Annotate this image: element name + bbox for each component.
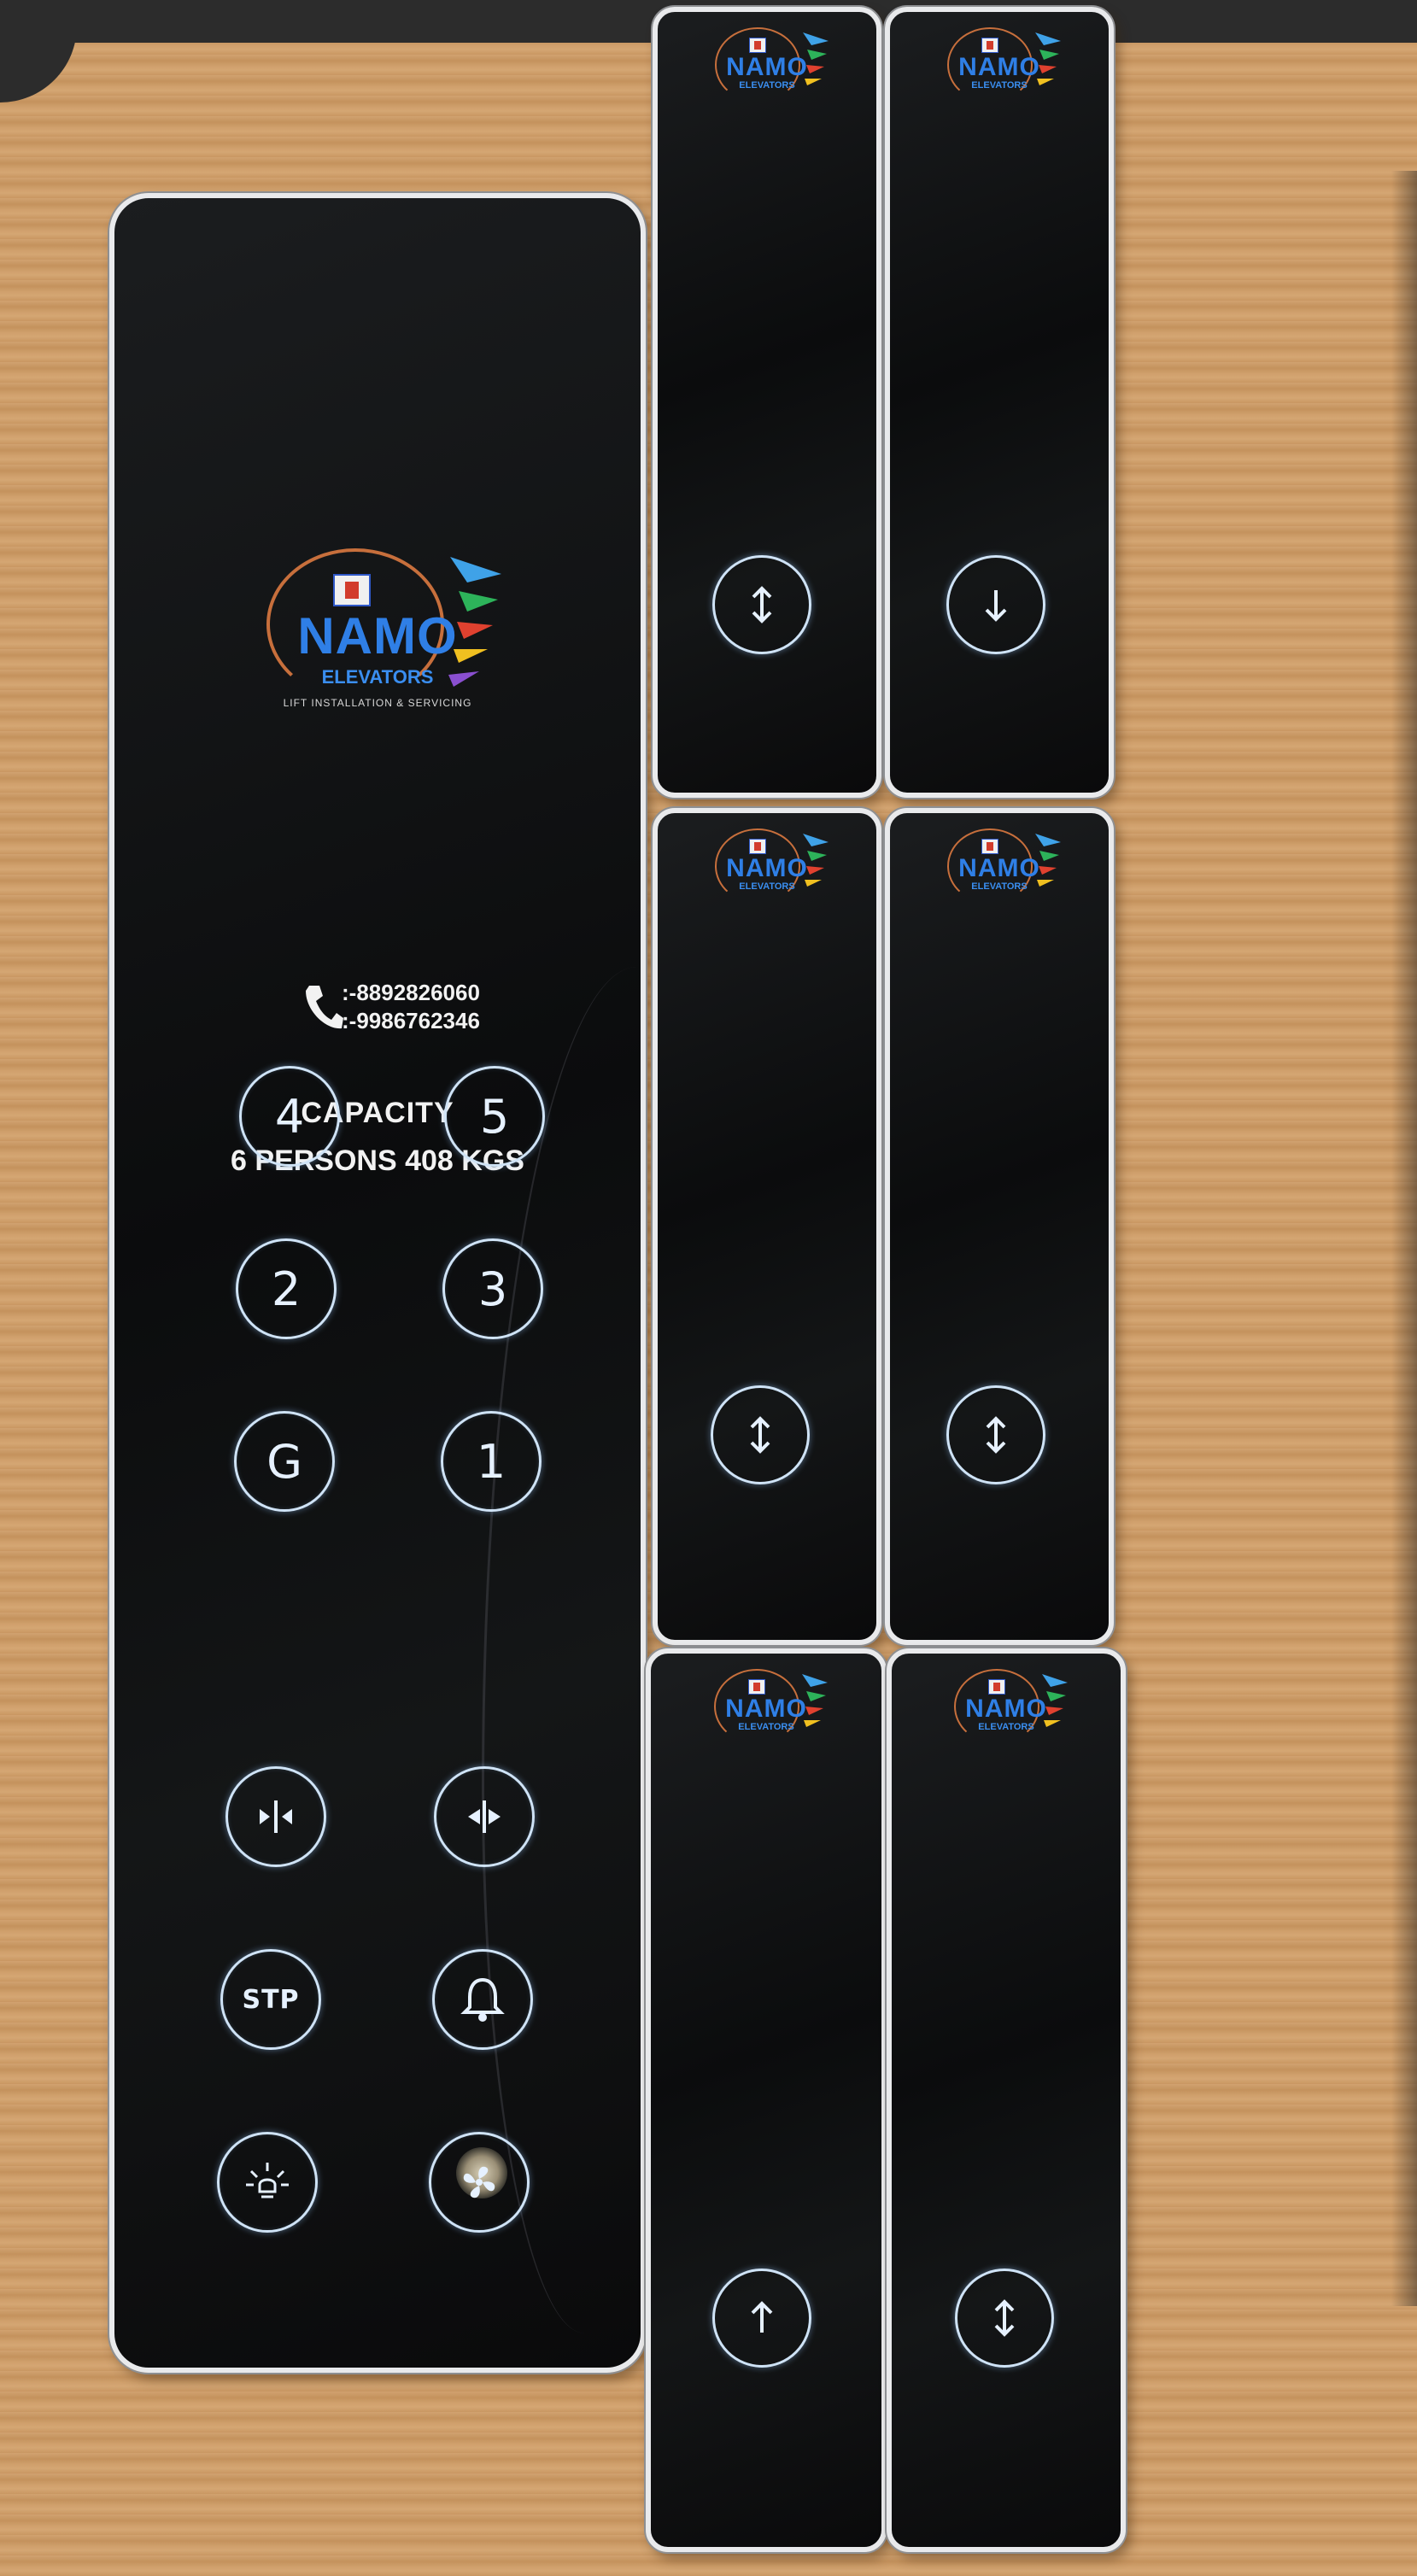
logo-brand: NAMO bbox=[725, 1695, 807, 1723]
fan-button[interactable] bbox=[429, 2132, 530, 2233]
logo-badge-icon bbox=[988, 1679, 1005, 1695]
capacity-detail: 6 PERSONS 408 KGS bbox=[231, 1145, 524, 1177]
namo-elevators-logo: NAMO ELEVATORS bbox=[703, 24, 831, 118]
logo-subtitle: ELEVATORS bbox=[738, 1722, 794, 1732]
logo-subtitle: ELEVATORS bbox=[978, 1722, 1034, 1732]
floor-button-3[interactable]: 3 bbox=[442, 1238, 543, 1339]
logo-subtitle: ELEVATORS bbox=[739, 881, 795, 892]
logo-badge-icon bbox=[981, 38, 998, 53]
namo-elevators-logo: NAMO ELEVATORS bbox=[935, 825, 1063, 919]
logo-badge-icon bbox=[333, 574, 371, 606]
namo-elevators-logo: NAMO ELEVATORS bbox=[942, 1666, 1070, 1759]
door-open-icon bbox=[260, 1800, 292, 1833]
namo-elevators-logo: NAMO ELEVATORS bbox=[702, 1666, 830, 1759]
up-down-arrow-icon bbox=[994, 2299, 1015, 2337]
phone-number-2: :-9986762346 bbox=[342, 1008, 480, 1033]
logo-badge-icon bbox=[749, 38, 766, 53]
namo-elevators-logo: NAMO ELEVATORS bbox=[935, 24, 1063, 118]
logo-subtitle: ELEVATORS bbox=[739, 80, 795, 91]
logo-subtitle: ELEVATORS bbox=[321, 666, 434, 688]
up-down-arrow-icon bbox=[986, 1416, 1006, 1454]
hall-panel-4: NAMO ELEVATORS bbox=[885, 808, 1114, 1645]
logo-brand: NAMO bbox=[958, 854, 1040, 882]
hall-panel-3: NAMO ELEVATORS bbox=[653, 808, 881, 1645]
logo-tagline: LIFT INSTALLATION & SERVICING bbox=[283, 697, 472, 709]
hall-panel-6: NAMO ELEVATORS bbox=[887, 1648, 1126, 2552]
up-down-call-button[interactable] bbox=[955, 2269, 1054, 2368]
logo-brand: NAMO bbox=[958, 53, 1040, 81]
up-down-call-button[interactable] bbox=[711, 1385, 810, 1484]
logo-brand: NAMO bbox=[726, 53, 808, 81]
logo-brand: NAMO bbox=[726, 854, 808, 882]
scene: NAMO ELEVATORS LIFT INSTALLATION & SERVI… bbox=[0, 0, 1417, 2576]
edge-shadow bbox=[1391, 171, 1417, 2306]
namo-elevators-logo: NAMO ELEVATORS bbox=[703, 825, 831, 919]
logo-subtitle: ELEVATORS bbox=[971, 80, 1028, 91]
phone-icon bbox=[306, 986, 343, 1029]
up-call-button[interactable] bbox=[712, 2269, 811, 2368]
up-down-call-button[interactable] bbox=[946, 1385, 1045, 1484]
door-close-icon bbox=[468, 1800, 501, 1833]
namo-elevators-logo: NAMO ELEVATORS LIFT INSTALLATION & SERVI… bbox=[249, 540, 506, 728]
bell-icon bbox=[460, 1977, 505, 2022]
light-bulb-icon bbox=[246, 2163, 289, 2198]
car-operating-panel: NAMO ELEVATORS LIFT INSTALLATION & SERVI… bbox=[109, 193, 646, 2373]
logo-badge-icon bbox=[981, 839, 998, 854]
logo-subtitle: ELEVATORS bbox=[971, 881, 1028, 892]
hall-panel-5: NAMO ELEVATORS bbox=[646, 1648, 887, 2552]
table-corner bbox=[0, 0, 77, 102]
up-down-call-button[interactable] bbox=[712, 555, 811, 654]
contact-info: :-8892826060 :-9986762346 bbox=[114, 974, 641, 1042]
capacity-title: CAPACITY bbox=[301, 1097, 454, 1129]
phone-numbers: :-8892826060 :-9986762346 bbox=[342, 979, 480, 1035]
hall-panel-2: NAMO ELEVATORS bbox=[885, 7, 1114, 798]
floor-button-g[interactable]: G bbox=[234, 1411, 335, 1512]
floor-button-2[interactable]: 2 bbox=[236, 1238, 337, 1339]
logo-brand: NAMO bbox=[297, 607, 458, 664]
up-arrow-icon bbox=[751, 2301, 773, 2333]
fan-icon bbox=[463, 2166, 495, 2198]
alarm-bell-button[interactable] bbox=[432, 1949, 533, 2050]
down-arrow-icon bbox=[985, 590, 1007, 622]
door-close-button[interactable] bbox=[434, 1766, 535, 1867]
up-down-arrow-icon bbox=[752, 586, 772, 624]
door-open-button[interactable] bbox=[225, 1766, 326, 1867]
logo-badge-icon bbox=[748, 1679, 765, 1695]
floor-button-5[interactable]: 5 bbox=[444, 1066, 545, 1167]
up-down-arrow-icon bbox=[750, 1416, 770, 1454]
phone-number-1: :-8892826060 bbox=[342, 980, 480, 1005]
light-button[interactable] bbox=[217, 2132, 318, 2233]
logo-badge-icon bbox=[749, 839, 766, 854]
down-call-button[interactable] bbox=[946, 555, 1045, 654]
floor-button-4[interactable]: 4 bbox=[239, 1066, 340, 1167]
stop-button[interactable]: STP bbox=[220, 1949, 321, 2050]
floor-button-1[interactable]: 1 bbox=[441, 1411, 542, 1512]
logo-brand: NAMO bbox=[965, 1695, 1047, 1723]
hall-panel-1: NAMO ELEVATORS bbox=[653, 7, 881, 798]
